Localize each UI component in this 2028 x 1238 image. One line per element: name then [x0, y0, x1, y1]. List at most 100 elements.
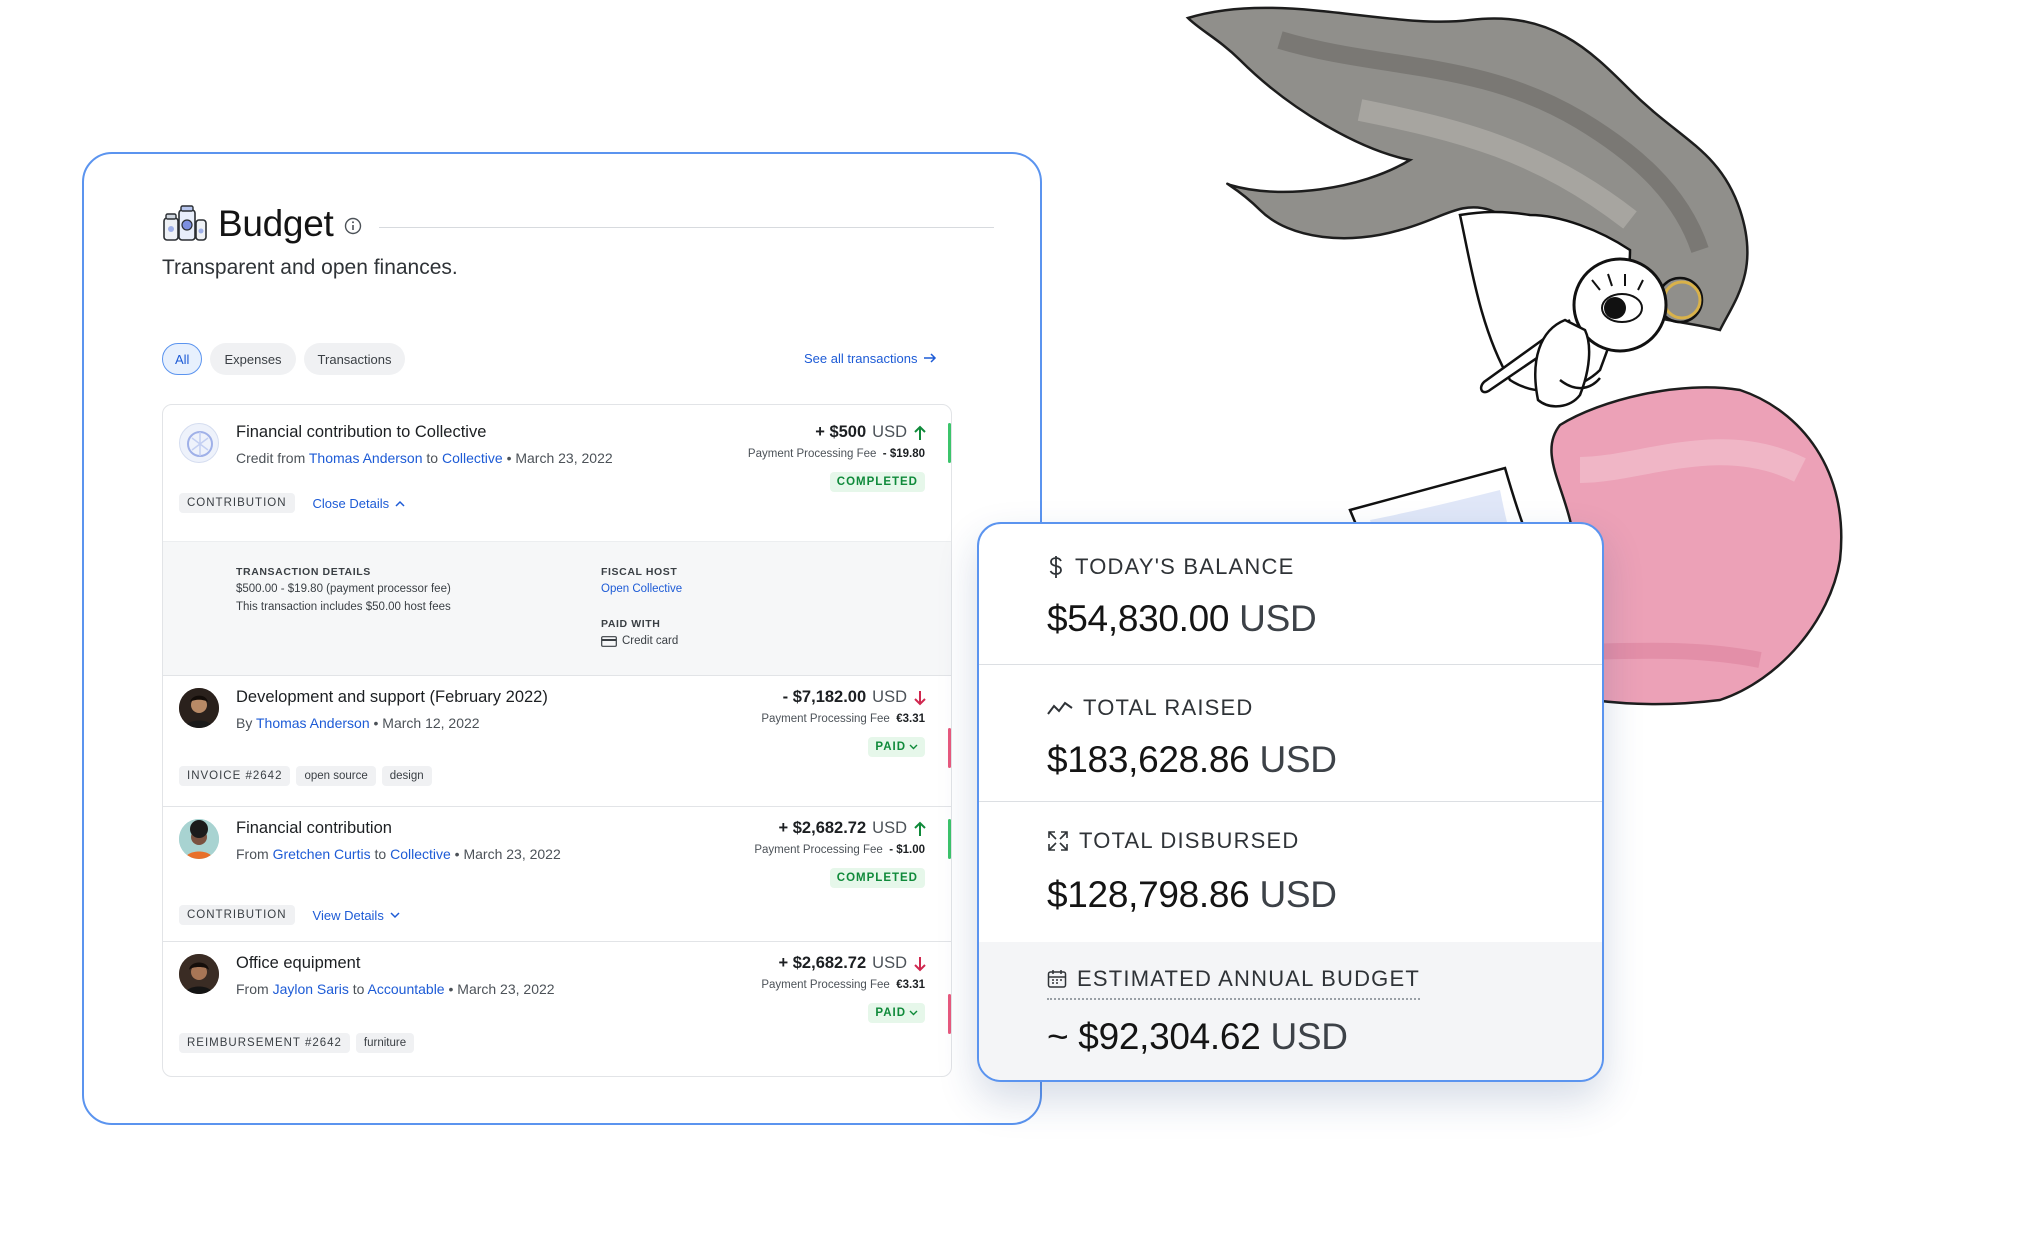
amount-value: + $2,682.72	[778, 819, 867, 837]
trend-line-icon	[1047, 701, 1073, 715]
chevron-down-icon	[390, 911, 400, 918]
credit-card-icon	[601, 635, 617, 647]
details-line: This transaction includes $50.00 host fe…	[236, 601, 451, 613]
fee-value: - $1.00	[889, 844, 925, 856]
list-item: Financial contribution From Gretchen Cur…	[163, 807, 951, 941]
from-link[interactable]: Thomas Anderson	[309, 450, 423, 466]
tab-expenses[interactable]: Expenses	[210, 343, 296, 375]
transaction-title: Financial contribution	[236, 819, 392, 837]
status-side-bar	[948, 819, 951, 859]
amount-currency: USD	[872, 688, 907, 706]
chevron-up-icon	[395, 500, 405, 507]
tag-row: INVOICE #2642 open source design	[179, 766, 432, 786]
stat-amount: ~ $92,304.62	[1047, 1016, 1261, 1057]
fee-value: - $19.80	[882, 448, 925, 460]
stat-label-text: TOTAL RAISED	[1083, 695, 1254, 720]
amount-currency: USD	[872, 819, 907, 837]
person-avatar-icon	[179, 819, 219, 859]
stat-currency: USD	[1259, 874, 1337, 915]
transaction-title: Development and support (February 2022)	[236, 688, 548, 706]
info-icon[interactable]	[343, 216, 363, 236]
stat-amount: $54,830.00	[1047, 598, 1230, 639]
budget-jars-icon	[163, 205, 207, 241]
tag: furniture	[355, 1033, 415, 1053]
expand-arrows-icon	[1048, 831, 1068, 851]
fee-label: Payment Processing Fee	[747, 448, 877, 460]
fee-value: €3.31	[896, 713, 925, 725]
chevron-down-icon	[909, 744, 918, 750]
header-divider	[379, 226, 994, 228]
transaction-amount: + $2,682.72 USD	[779, 819, 927, 838]
details-line: $500.00 - $19.80 (payment processor fee)	[236, 583, 451, 595]
stat-value: ~ $92,304.62 USD	[1047, 1016, 1348, 1058]
amount-currency: USD	[872, 423, 907, 441]
amount-currency: USD	[872, 954, 907, 972]
to-link[interactable]: Accountable	[368, 981, 445, 997]
chevron-down-icon	[909, 1010, 918, 1016]
details-toggle-label: View Details	[312, 907, 384, 923]
meta-prefix: From	[236, 846, 269, 862]
stat-value: $128,798.86 USD	[1047, 874, 1337, 916]
dollar-icon	[1049, 556, 1062, 578]
meta-prefix: Credit from	[236, 450, 306, 466]
amount-value: + $2,682.72	[778, 954, 867, 972]
tag-row: REIMBURSEMENT #2642 furniture	[179, 1033, 415, 1053]
view-details-button[interactable]: View Details	[313, 908, 400, 923]
meta-connector: to	[426, 450, 439, 466]
processing-fee: Payment Processing Fee €3.31	[761, 979, 925, 991]
stat-label-text: TODAY'S BALANCE	[1075, 554, 1295, 579]
meta-connector: to	[374, 846, 387, 862]
transaction-list: Financial contribution to Collective Cre…	[162, 404, 952, 1077]
budget-header: Budget	[162, 200, 994, 248]
details-label: TRANSACTION DETAILS	[236, 566, 371, 578]
tab-transactions[interactable]: Transactions	[303, 343, 406, 375]
transaction-date: • March 23, 2022	[506, 450, 613, 466]
paid-with-label: PAID WITH	[601, 618, 661, 630]
fiscal-host-link[interactable]: Open Collective	[601, 583, 682, 595]
tab-all[interactable]: All	[162, 343, 203, 375]
from-link[interactable]: Gretchen Curtis	[273, 846, 371, 862]
status-dropdown[interactable]: PAID	[868, 1003, 925, 1023]
stat-total-disbursed: TOTAL DISBURSED $128,798.86 USD	[979, 802, 1602, 942]
stat-value: $54,830.00 USD	[1047, 598, 1317, 640]
transaction-meta: From Gretchen Curtis to Collective • Mar…	[236, 846, 561, 862]
stat-label[interactable]: ESTIMATED ANNUAL BUDGET	[1047, 966, 1420, 1000]
tag: design	[381, 766, 432, 786]
person-avatar-icon	[179, 688, 219, 728]
stat-label: TOTAL DISBURSED	[1047, 828, 1300, 854]
arrow-up-icon	[914, 425, 926, 440]
amount-value: - $7,182.00	[782, 688, 867, 706]
see-all-transactions-link[interactable]: See all transactions	[804, 344, 937, 372]
transaction-date: • March 23, 2022	[448, 981, 555, 997]
stat-currency: USD	[1259, 739, 1337, 780]
meta-connector: to	[352, 981, 365, 997]
arrow-down-icon	[914, 690, 926, 705]
fee-label: Payment Processing Fee	[761, 713, 890, 725]
fiscal-host-label: FISCAL HOST	[601, 566, 678, 578]
status-dropdown[interactable]: PAID	[868, 737, 925, 757]
from-link[interactable]: Jaylon Saris	[273, 981, 349, 997]
list-item: Office equipment From Jaylon Saris to Ac…	[163, 942, 951, 1076]
avatar	[179, 954, 219, 994]
tag: CONTRIBUTION	[179, 905, 295, 925]
fee-label: Payment Processing Fee	[761, 979, 890, 991]
from-link[interactable]: Thomas Anderson	[256, 715, 370, 731]
transaction-meta: From Jaylon Saris to Accountable • March…	[236, 981, 555, 997]
stats-card: TODAY'S BALANCE $54,830.00 USD TOTAL RAI…	[977, 522, 1604, 1082]
processing-fee: Payment Processing Fee - $19.80	[748, 448, 925, 460]
close-details-button[interactable]: Close Details	[313, 496, 406, 511]
stat-currency: USD	[1270, 1016, 1348, 1057]
transaction-title: Office equipment	[236, 954, 361, 972]
status-side-bar	[948, 423, 951, 463]
to-link[interactable]: Collective	[390, 846, 451, 862]
meta-prefix: By	[236, 715, 253, 731]
arrow-up-icon	[914, 821, 926, 836]
payment-method: Credit card	[622, 635, 679, 647]
transaction-details-panel: TRANSACTION DETAILS $500.00 - $19.80 (pa…	[163, 541, 951, 675]
status-label: PAID	[875, 1007, 906, 1019]
fee-value: €3.31	[896, 979, 925, 991]
tag-row: CONTRIBUTION View Details	[179, 905, 400, 925]
page-subtitle: Transparent and open finances.	[162, 256, 458, 279]
to-link[interactable]: Collective	[442, 450, 503, 466]
stat-label: TOTAL RAISED	[1047, 695, 1253, 721]
